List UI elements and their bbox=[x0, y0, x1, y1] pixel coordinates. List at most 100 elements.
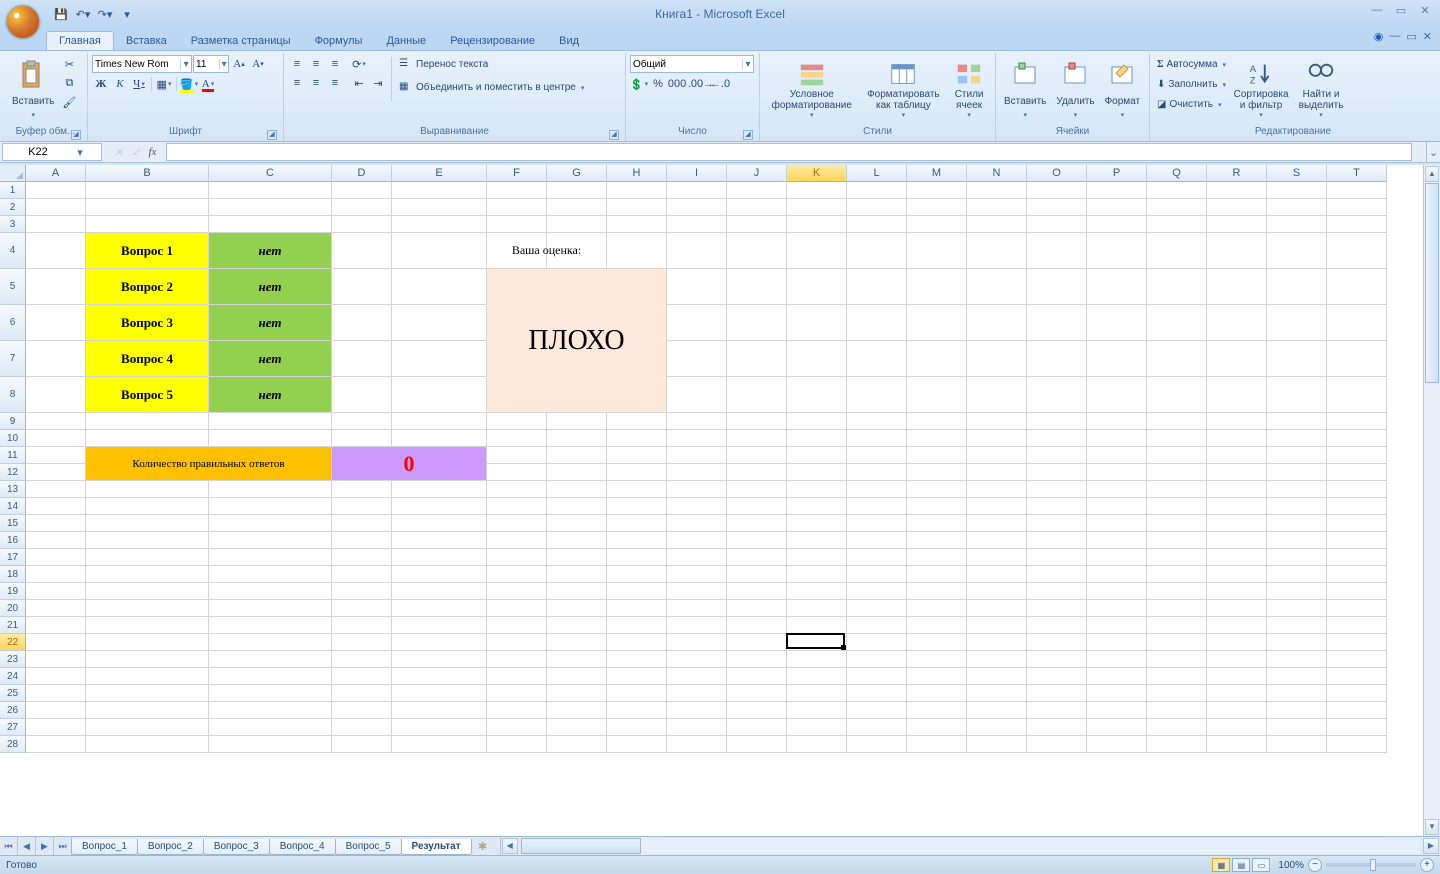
cell[interactable] bbox=[847, 199, 907, 216]
cell[interactable] bbox=[332, 216, 392, 233]
cell[interactable] bbox=[1147, 481, 1207, 498]
column-header[interactable]: C bbox=[209, 165, 332, 182]
cell[interactable] bbox=[392, 430, 487, 447]
cell[interactable] bbox=[332, 719, 392, 736]
merge-center-button[interactable]: ▦Объединить и поместить в центре▾ bbox=[396, 78, 587, 97]
cell[interactable] bbox=[787, 651, 847, 668]
cell[interactable] bbox=[1147, 515, 1207, 532]
cell[interactable] bbox=[86, 216, 209, 233]
cell[interactable] bbox=[727, 481, 787, 498]
align-left-button[interactable]: ≡ bbox=[288, 74, 306, 92]
cell[interactable] bbox=[607, 430, 667, 447]
ribbon-restore-button[interactable]: ▭ bbox=[1406, 30, 1416, 43]
cell[interactable] bbox=[607, 702, 667, 719]
cell[interactable] bbox=[1087, 464, 1147, 481]
cell[interactable] bbox=[332, 566, 392, 583]
cell[interactable] bbox=[1147, 498, 1207, 515]
cell[interactable] bbox=[547, 515, 607, 532]
cell[interactable] bbox=[1327, 481, 1387, 498]
row-header[interactable]: 25 bbox=[0, 685, 26, 702]
cell[interactable] bbox=[907, 600, 967, 617]
cell[interactable] bbox=[1207, 447, 1267, 464]
sheet-tab[interactable]: Вопрос_5 bbox=[335, 839, 402, 855]
cell[interactable] bbox=[332, 600, 392, 617]
cell[interactable] bbox=[727, 651, 787, 668]
font-name-combo[interactable]: ▾ bbox=[92, 55, 192, 73]
question-answer[interactable]: нет bbox=[209, 341, 332, 377]
cell[interactable] bbox=[1027, 651, 1087, 668]
cell[interactable] bbox=[332, 341, 392, 377]
row-header[interactable]: 3 bbox=[0, 216, 26, 233]
cell[interactable] bbox=[392, 182, 487, 199]
cell[interactable] bbox=[1207, 566, 1267, 583]
cell[interactable] bbox=[487, 583, 547, 600]
cell[interactable] bbox=[1147, 182, 1207, 199]
cell[interactable] bbox=[86, 532, 209, 549]
question-answer[interactable]: нет bbox=[209, 305, 332, 341]
cell[interactable] bbox=[86, 430, 209, 447]
maximize-button[interactable]: ▭ bbox=[1392, 4, 1410, 17]
cell[interactable] bbox=[847, 498, 907, 515]
cell[interactable] bbox=[907, 199, 967, 216]
cell[interactable] bbox=[1327, 269, 1387, 305]
cell[interactable] bbox=[1267, 719, 1327, 736]
cell[interactable] bbox=[1267, 566, 1327, 583]
cell[interactable] bbox=[1027, 341, 1087, 377]
cell[interactable] bbox=[1207, 719, 1267, 736]
cell[interactable] bbox=[332, 413, 392, 430]
cell[interactable] bbox=[547, 702, 607, 719]
cell[interactable] bbox=[1027, 634, 1087, 651]
cell[interactable] bbox=[967, 515, 1027, 532]
cell[interactable] bbox=[332, 532, 392, 549]
cell[interactable] bbox=[487, 668, 547, 685]
cell[interactable] bbox=[26, 719, 86, 736]
cell[interactable] bbox=[1207, 377, 1267, 413]
cell[interactable] bbox=[1327, 341, 1387, 377]
cell[interactable] bbox=[907, 269, 967, 305]
cancel-formula-icon[interactable]: ✕ bbox=[110, 146, 127, 159]
underline-button[interactable]: Ч bbox=[130, 75, 148, 93]
cell[interactable] bbox=[86, 617, 209, 634]
cell[interactable] bbox=[727, 634, 787, 651]
clear-button[interactable]: ◪Очистить▾ bbox=[1154, 95, 1229, 114]
column-header[interactable]: P bbox=[1087, 165, 1147, 182]
cell[interactable] bbox=[907, 634, 967, 651]
cell[interactable] bbox=[847, 481, 907, 498]
cell[interactable] bbox=[1147, 377, 1207, 413]
cell[interactable] bbox=[1327, 583, 1387, 600]
cell[interactable] bbox=[1147, 341, 1207, 377]
cell[interactable] bbox=[392, 736, 487, 753]
cell[interactable] bbox=[667, 702, 727, 719]
cell[interactable] bbox=[86, 413, 209, 430]
cell[interactable] bbox=[1327, 464, 1387, 481]
cell[interactable] bbox=[332, 668, 392, 685]
column-header[interactable]: A bbox=[26, 165, 86, 182]
cell[interactable] bbox=[86, 702, 209, 719]
cell[interactable] bbox=[667, 182, 727, 199]
cell[interactable] bbox=[1327, 719, 1387, 736]
cell[interactable] bbox=[1027, 182, 1087, 199]
cell[interactable] bbox=[667, 685, 727, 702]
cell[interactable] bbox=[209, 430, 332, 447]
cell[interactable] bbox=[1147, 719, 1207, 736]
cell[interactable] bbox=[332, 583, 392, 600]
cell[interactable] bbox=[547, 719, 607, 736]
cell[interactable] bbox=[1027, 430, 1087, 447]
cell[interactable] bbox=[26, 685, 86, 702]
cell[interactable] bbox=[967, 736, 1027, 753]
cell[interactable] bbox=[847, 685, 907, 702]
cell[interactable] bbox=[907, 481, 967, 498]
cell[interactable] bbox=[332, 233, 392, 269]
cell[interactable] bbox=[907, 377, 967, 413]
font-size-combo[interactable]: ▾ bbox=[193, 55, 229, 73]
row-header[interactable]: 28 bbox=[0, 736, 26, 753]
cell[interactable] bbox=[547, 216, 607, 233]
column-header[interactable]: M bbox=[907, 165, 967, 182]
cell[interactable] bbox=[907, 532, 967, 549]
cell[interactable] bbox=[847, 719, 907, 736]
cell[interactable] bbox=[1327, 600, 1387, 617]
cell[interactable] bbox=[727, 216, 787, 233]
cell[interactable] bbox=[907, 305, 967, 341]
cell[interactable] bbox=[1087, 481, 1147, 498]
hscroll-right[interactable]: ▶ bbox=[1423, 838, 1439, 854]
